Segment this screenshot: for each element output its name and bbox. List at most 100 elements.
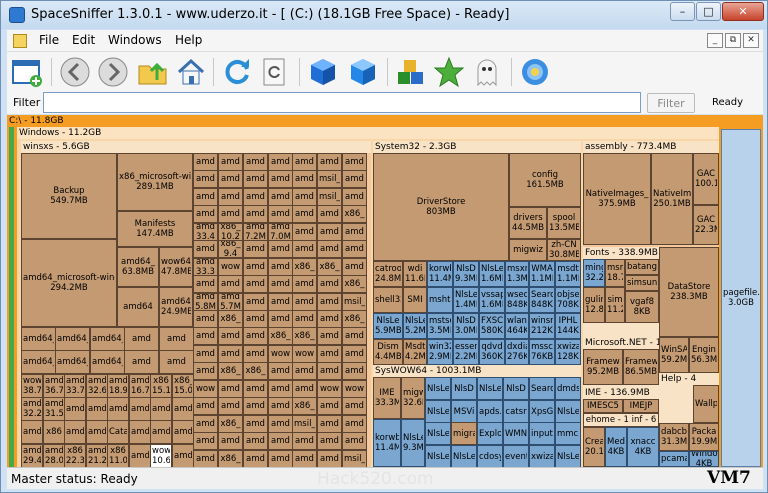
winsxs-component[interactable]: amd xyxy=(193,432,218,450)
cell-medi[interactable]: Medi 4KB xyxy=(605,427,627,467)
syswow64-component[interactable]: NlsD xyxy=(451,377,477,400)
cell-wow64-a[interactable]: wow64 47.8MB xyxy=(159,247,193,287)
cell-korwb-syswow64[interactable]: korwb 11.4MB xyxy=(373,419,401,467)
winsxs-component[interactable]: amd64_m xyxy=(90,350,125,374)
system32-component[interactable]: msdt 1.1MB xyxy=(555,261,581,287)
minimize-button[interactable]: – xyxy=(670,2,695,21)
winsxs-component[interactable]: amd xyxy=(243,345,268,363)
winsxs-component[interactable]: amd 32.2 xyxy=(21,397,43,421)
cell-ming[interactable]: ming 32.2 xyxy=(583,259,605,287)
system32-component[interactable]: vssap 1.6MB xyxy=(479,287,505,313)
winsxs-component[interactable]: amd xyxy=(64,420,86,444)
cell-x86-microsoft[interactable]: x86_microsoft-wir 289.1MB xyxy=(117,153,193,211)
new-window-icon[interactable] xyxy=(11,56,43,88)
winsxs-component[interactable]: amd xyxy=(292,205,317,223)
winsxs-component[interactable]: amd xyxy=(292,362,317,380)
winsxs-component[interactable]: amd xyxy=(218,397,243,415)
winsxs-component[interactable]: amd xyxy=(317,275,342,293)
winsxs-component[interactable]: x86_ xyxy=(342,205,367,223)
cell-spool[interactable]: spool 13.5MB xyxy=(547,207,581,239)
winsxs-component[interactable]: wow xyxy=(292,345,317,363)
winsxs-component[interactable]: amd xyxy=(243,415,268,433)
system32-component[interactable]: Searc 848KB xyxy=(529,287,555,313)
winsxs-component[interactable]: msil_ xyxy=(317,188,342,206)
syswow64-component[interactable]: WMN xyxy=(503,422,529,445)
folder-up-icon[interactable] xyxy=(137,56,169,88)
filter-button[interactable]: Filter xyxy=(647,93,695,113)
cell-simsun[interactable]: simsun xyxy=(625,275,659,291)
syswow64-component[interactable]: event xyxy=(503,445,529,467)
winsxs-component[interactable]: amd xyxy=(342,415,367,433)
winsxs-component[interactable]: amd64_m xyxy=(21,350,56,374)
treemap-fonts[interactable]: Fonts - 338.9MB ming 32.2 msm 18.7 batan… xyxy=(583,247,659,337)
syswow64-component[interactable]: NlsLe xyxy=(555,445,581,467)
winsxs-component[interactable]: amd xyxy=(317,397,342,415)
refresh-icon[interactable] xyxy=(221,56,253,88)
winsxs-component[interactable]: amd xyxy=(243,275,268,293)
cell-driverstore[interactable]: DriverStore 803MB xyxy=(373,153,509,261)
treemap-assembly[interactable]: assembly - 773.4MB NativeImages_ 375.9MB… xyxy=(583,141,719,467)
winsxs-component[interactable]: amd xyxy=(243,397,268,415)
winsxs-component[interactable]: x86_ xyxy=(292,327,317,345)
winsxs-component[interactable]: amd xyxy=(342,327,367,345)
winsxs-component[interactable]: x86_ xyxy=(218,415,243,433)
winsxs-component[interactable]: wow xyxy=(218,258,243,276)
treemap-windows[interactable]: Windows - 11.2GB winsxs - 5.6GB Backup 5… xyxy=(17,127,719,467)
cell-xnacc[interactable]: xnacc 4KB xyxy=(627,427,659,467)
winsxs-component[interactable]: amd xyxy=(317,310,342,328)
cubes-tag-icon[interactable] xyxy=(395,56,427,88)
mdi-restore-button[interactable]: ⧉ xyxy=(725,33,741,48)
cell-ime-syswow64[interactable]: IME 33.3MB xyxy=(373,377,401,419)
winsxs-component[interactable]: amd xyxy=(292,450,317,467)
winsxs-component[interactable]: x86_ xyxy=(342,275,367,293)
winsxs-component[interactable]: amd xyxy=(317,153,342,171)
winsxs-component[interactable]: wow xyxy=(342,380,367,398)
winsxs-component[interactable]: amd xyxy=(292,223,317,241)
syswow64-component[interactable]: cdosy xyxy=(477,445,503,467)
syswow64-component[interactable]: NlsLe xyxy=(555,400,581,423)
winsxs-component[interactable]: amd xyxy=(218,432,243,450)
winsxs-component[interactable]: amd xyxy=(342,258,367,276)
system32-component[interactable]: SMI xyxy=(403,287,427,313)
cell-engines[interactable]: Engin 56.3M xyxy=(689,337,719,373)
winsxs-component[interactable]: Catal xyxy=(107,420,129,444)
winsxs-component[interactable]: amd xyxy=(193,362,218,380)
system32-component[interactable]: korwb 11.4MB xyxy=(427,261,453,287)
system32-component[interactable]: NlsLe 1.6MB xyxy=(479,261,505,287)
cell-migwiz-syswow64[interactable]: migw 32.6MB xyxy=(401,377,425,419)
winsxs-component[interactable]: x86_ xyxy=(292,258,317,276)
winsxs-component[interactable]: amd xyxy=(342,223,367,241)
cell-manifests[interactable]: Manifests 147.4MB xyxy=(117,211,193,247)
mdi-minimize-button[interactable]: _ xyxy=(707,33,723,48)
winsxs-component[interactable]: amd xyxy=(172,397,194,421)
winsxs-component[interactable]: amd 36.7 xyxy=(43,374,65,398)
winsxs-component[interactable]: amd 5.7M xyxy=(218,293,243,311)
syswow64-component[interactable]: migra xyxy=(451,422,477,445)
winsxs-component[interactable]: amd64 18.9 xyxy=(107,374,129,398)
winsxs-component[interactable]: amd xyxy=(243,153,268,171)
winsxs-component[interactable]: amd xyxy=(342,397,367,415)
system32-component[interactable]: mssc 76KB xyxy=(529,339,555,365)
cell-amd64-c[interactable]: amd64 xyxy=(117,287,159,327)
cell-wallpaper[interactable]: Wallp xyxy=(693,385,719,423)
winsxs-component[interactable]: amd xyxy=(193,205,218,223)
winsxs-component[interactable]: amd xyxy=(317,432,342,450)
treemap-syswow64[interactable]: SysWOW64 - 1003.1MB IME 33.3MBmigw 32.6M… xyxy=(373,365,581,467)
cell-zh-cn[interactable]: zh-CN 30.8MB xyxy=(547,239,581,261)
winsxs-component[interactable]: amd xyxy=(268,153,293,171)
winsxs-component[interactable]: amd64_m xyxy=(21,327,56,351)
winsxs-component[interactable]: amd xyxy=(193,170,218,188)
winsxs-component[interactable]: amd xyxy=(268,432,293,450)
cell-amd64-microsoft[interactable]: amd64_microsoft-windo 294.2MB xyxy=(21,239,117,327)
cell-gac-2[interactable]: GAC 22.3M xyxy=(693,205,719,245)
winsxs-component[interactable]: amd xyxy=(86,420,108,444)
winsxs-component[interactable]: amd64_m xyxy=(55,327,90,351)
winsxs-component[interactable]: amd xyxy=(268,170,293,188)
winsxs-component[interactable]: amd xyxy=(129,420,151,444)
winsxs-component[interactable]: amd xyxy=(218,380,243,398)
title-bar[interactable]: SpaceSniffer 1.3.0.1 - www.uderzo.it - [… xyxy=(1,1,767,29)
winsxs-component[interactable]: amd xyxy=(268,415,293,433)
cell-winsat[interactable]: WinSA 59.2M xyxy=(659,337,689,373)
winsxs-component[interactable]: amd xyxy=(268,188,293,206)
winsxs-component[interactable]: x86_ 9.4 xyxy=(218,240,243,258)
